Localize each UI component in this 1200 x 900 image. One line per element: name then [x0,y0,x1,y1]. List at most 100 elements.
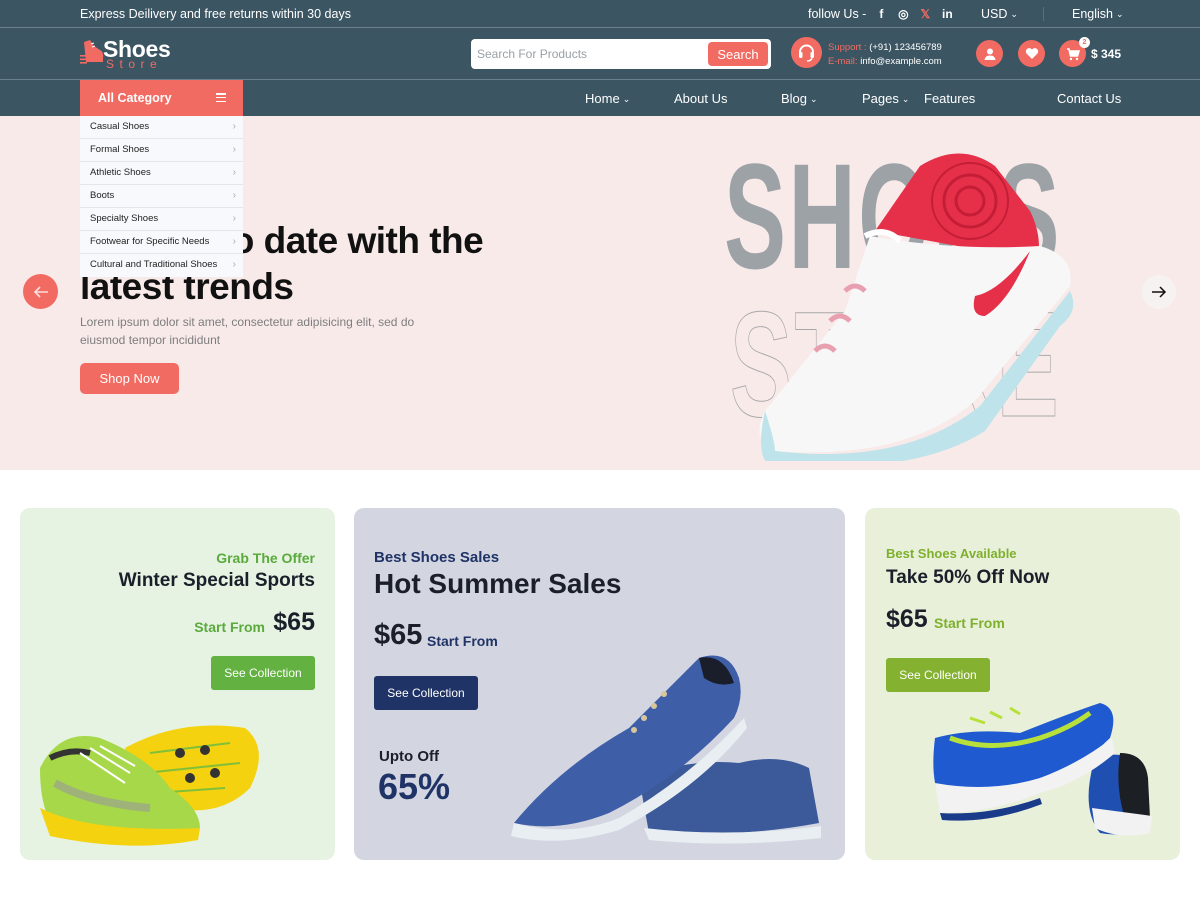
card-kicker: Grab The Offer [216,550,315,566]
card-price-label: Start From [427,633,498,649]
nav-pages-label: Pages [862,91,899,106]
nav-blog[interactable]: Blog ⌄ [781,91,818,106]
currency-value: USD [981,7,1008,21]
x-icon[interactable]: 𝕏 [918,7,932,21]
category-label: Specialty Shoes [90,213,159,224]
language-select[interactable]: English ⌄ [1072,7,1124,21]
see-collection-button[interactable]: See Collection [374,676,478,710]
category-label: Boots [90,190,115,201]
hero-description: Lorem ipsum dolor sit amet, consectetur … [80,315,415,347]
category-item[interactable]: Casual Shoes › [80,116,243,139]
category-label: Formal Shoes [90,144,150,155]
card-kicker: Best Shoes Sales [374,549,500,566]
email-label: E-mail: [828,56,858,67]
cart-count-badge: 2 [1079,37,1090,48]
cart-total: $ 345 [1091,47,1122,61]
card-price-label: Start From [194,619,265,635]
divider [1043,7,1044,21]
card-title: Hot Summer Sales [374,568,622,599]
see-collection-button[interactable]: See Collection [886,658,990,692]
chevron-right-icon: › [232,259,236,270]
slider-next-button[interactable] [1142,275,1176,309]
logo[interactable]: Shoes Store [80,36,180,72]
chevron-right-icon: › [232,190,236,201]
card-price: $65 [273,608,315,636]
all-category-button[interactable]: All Category [80,80,243,116]
top-bar: Express Deilivery and free returns withi… [0,0,1200,28]
chevron-right-icon: › [232,236,236,247]
category-label: Athletic Shoes [90,167,151,178]
chevron-right-icon: › [232,213,236,224]
header: Shoes Store Search Support : (+91) 12345… [0,28,1200,80]
shoe-logo-icon [80,40,104,64]
support-info: Support : (+91) 123456789 E-mail: info@e… [828,41,942,69]
nav-blog-label: Blog [781,91,808,106]
category-item[interactable]: Specialty Shoes › [80,208,243,231]
card-title: Take 50% Off Now [886,567,1050,588]
chevron-down-icon: ⌄ [901,94,910,104]
search-input[interactable] [477,43,697,65]
chevron-right-icon: › [232,121,236,132]
nav-home[interactable]: Home ⌄ [585,91,630,106]
wishlist-button[interactable] [1018,40,1045,67]
all-category-label: All Category [98,91,172,105]
instagram-icon[interactable]: ◎ [896,7,910,21]
page: Express Deilivery and free returns withi… [0,0,1200,900]
cart-icon [1066,47,1080,60]
currency-select[interactable]: USD ⌄ [981,7,1018,21]
heart-icon [1025,48,1038,59]
category-label: Footwear for Specific Needs [90,236,210,247]
category-item[interactable]: Footwear for Specific Needs › [80,231,243,254]
chevron-down-icon: ⌄ [1116,9,1124,19]
promo-card-summer: Best Shoes Sales Hot Summer Sales $65 St… [354,508,845,860]
chevron-down-icon: ⌄ [810,94,818,104]
nav-features-label: Features [924,91,976,106]
support-label: Support : [828,42,867,53]
headset-icon [791,37,822,68]
promo-card-winter: Grab The Offer Winter Special Sports Sta… [20,508,335,860]
hero-sneaker-image [759,153,1074,461]
support-phone[interactable]: (+91) 123456789 [869,42,942,53]
nav-about-label: About Us [674,91,728,106]
running-shoes-image [933,703,1152,836]
category-label: Casual Shoes [90,121,150,132]
user-icon [984,48,995,60]
hamburger-icon [216,93,226,103]
card-price-label: Start From [934,615,1005,631]
nav-about-us[interactable]: About Us [674,91,727,106]
arrow-right-icon [1152,286,1167,298]
account-button[interactable] [976,40,1003,67]
category-dropdown: Casual Shoes › Formal Shoes › Athletic Sho… [80,116,243,277]
logo-word-store: Store [106,57,163,71]
category-label: Cultural and Traditional Shoes [90,259,218,270]
promo-card-fifty-off: Best Shoes Available Take 50% Off Now $6… [865,508,1180,860]
chevron-down-icon: ⌄ [622,94,631,104]
chevron-right-icon: › [232,144,236,155]
nav-pages[interactable]: Pages ⌄ [862,91,909,106]
shop-now-button[interactable]: Shop Now [80,363,179,394]
card-price: $65 [374,619,423,651]
nav-contact-us[interactable]: Contact Us [1057,91,1121,106]
discount-value: 65% [378,766,451,807]
cart-button[interactable]: 2 [1059,37,1090,67]
category-item[interactable]: Boots › [80,185,243,208]
category-item[interactable]: Athletic Shoes › [80,162,243,185]
see-collection-button[interactable]: See Collection [211,656,315,690]
hiking-shoes-image [40,725,259,846]
nav-contact-label: Contact Us [1057,91,1122,106]
social-follow: follow Us - f ◎ 𝕏 in [808,7,954,21]
search-button[interactable]: Search [708,42,768,66]
category-item[interactable]: Cultural and Traditional Shoes › [80,254,243,277]
chevron-down-icon: ⌄ [1010,9,1018,19]
language-value: English [1072,7,1113,21]
category-item[interactable]: Formal Shoes › [80,139,243,162]
facebook-icon[interactable]: f [874,7,888,21]
discount-label: Upto Off [379,748,439,765]
slider-prev-button[interactable] [23,274,58,309]
nav-features[interactable]: Features [924,91,975,106]
card-title: Winter Special Sports [118,570,315,591]
arrow-left-icon [33,285,48,298]
linkedin-icon[interactable]: in [940,7,954,21]
canvas-sneakers-image [511,655,821,844]
support-email[interactable]: info@example.com [860,56,941,67]
